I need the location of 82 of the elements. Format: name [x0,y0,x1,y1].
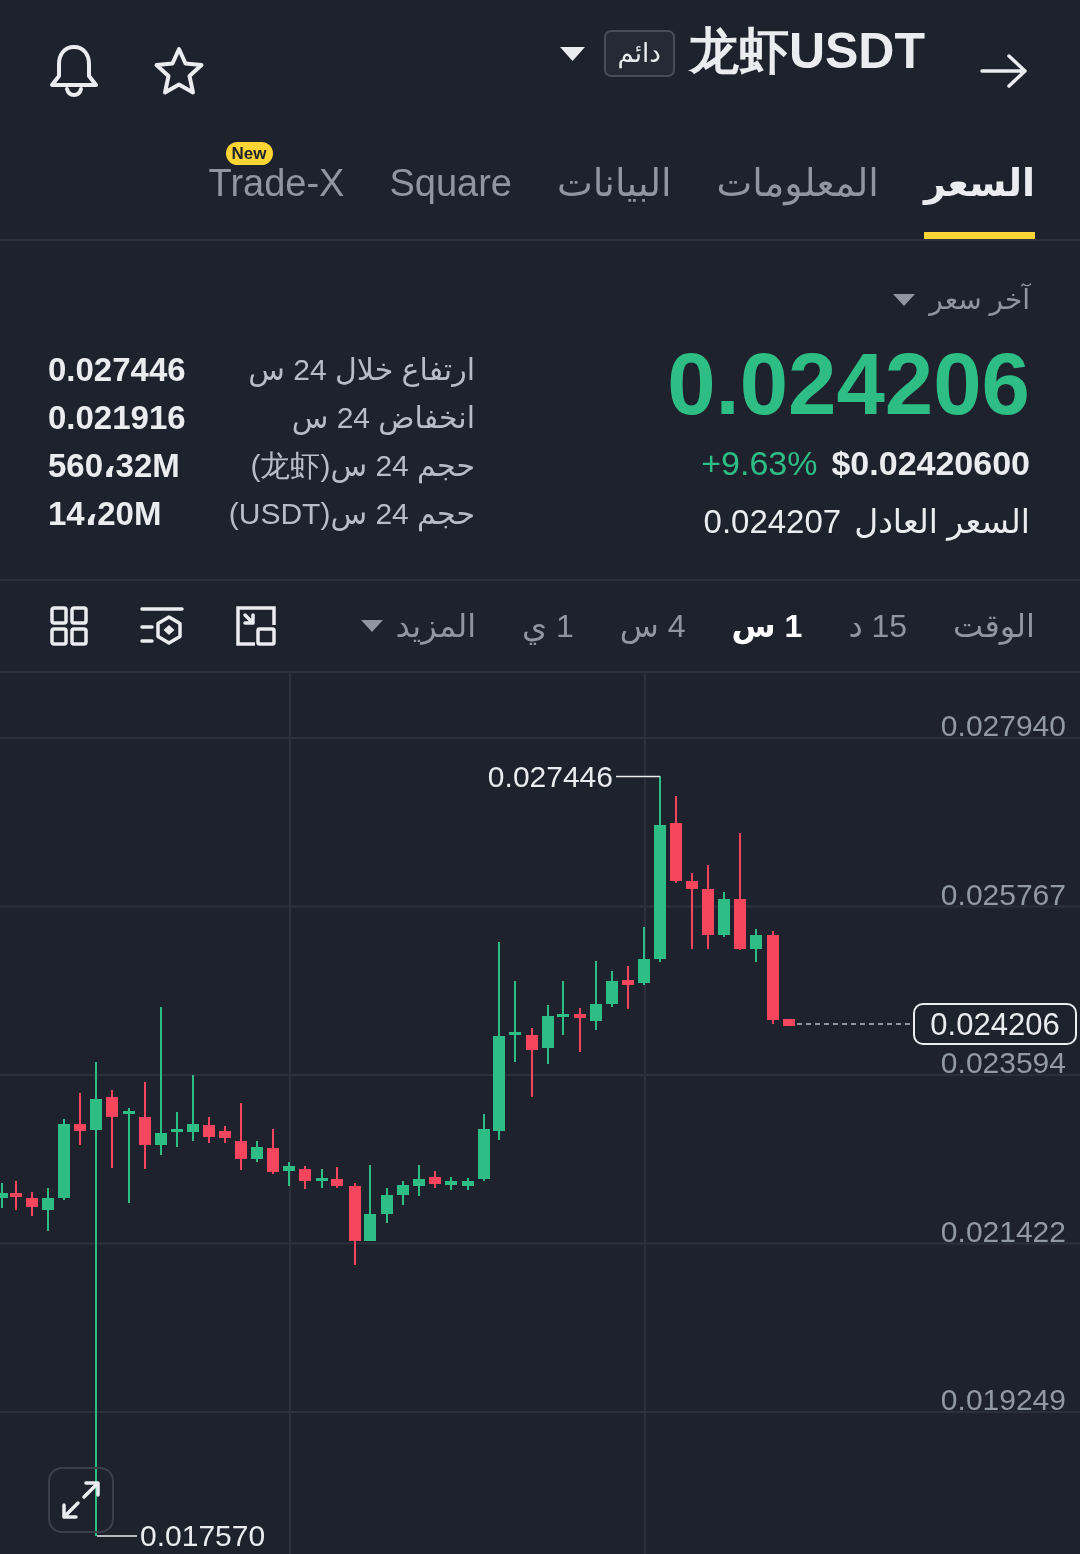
candle [478,1114,490,1181]
candle [26,1192,38,1216]
tab[interactable]: البيانات [557,130,672,239]
expand-button[interactable] [48,1467,114,1533]
candle [235,1103,247,1170]
candle [638,927,650,985]
frame-arrow-icon[interactable] [236,606,276,646]
grid-icon[interactable] [50,606,88,646]
more-dropdown[interactable]: المزيد [360,606,477,646]
candle [413,1165,425,1196]
hexagon-lines-icon[interactable] [140,606,184,646]
candle [590,961,602,1030]
stat-value: 0.021916 [48,398,186,438]
candle [381,1188,393,1223]
price-type-dropdown[interactable]: آخر سعر [893,280,1030,320]
high-price-label: 0.027446 [487,760,613,793]
stat-label: حجم 24 س(龙虾) [250,448,475,486]
tab[interactable]: المعلومات [716,130,879,239]
candle [574,1008,586,1052]
last-price: 0.024206 [667,340,1030,427]
symbol-title[interactable]: 龙虾USDT [688,24,925,79]
candle [462,1178,474,1190]
stat-value: 560،32M [48,446,180,486]
candle [267,1129,279,1174]
price-axis-label: 0.027940 [940,709,1066,742]
candle [219,1126,231,1143]
fair-price: 0.024207 [703,502,842,542]
candle [783,1019,795,1026]
caret-down-icon [360,620,383,632]
candle [331,1167,343,1188]
candle [316,1169,328,1188]
interval-tab[interactable]: 1 س [731,606,803,646]
candle [445,1177,457,1190]
candle [42,1188,54,1231]
stat-value: 0.027446 [48,350,186,390]
candle [397,1181,409,1205]
candle [557,981,569,1035]
tab[interactable]: Square [389,130,512,239]
stat-label: حجم 24 س(USDT) [228,496,475,534]
caret-down-icon [893,294,916,306]
stat-value: 14،20M [48,494,162,534]
new-label: New [225,142,273,165]
candle [187,1075,199,1141]
tab[interactable]: السعر [923,130,1035,239]
price-axis-label: 0.019249 [940,1383,1066,1416]
stat-label: انخفاض 24 س [291,400,475,437]
contract-type-label: دائم [603,30,675,77]
price-axis-label: 0.023594 [940,1046,1066,1079]
time-tab[interactable]: الوقت [953,606,1035,646]
bell-icon[interactable] [48,44,100,98]
caret-down-icon[interactable] [559,47,585,61]
low-price-label: 0.017570 [140,1519,266,1552]
candle [542,1005,554,1064]
arrow-icon[interactable] [980,54,1028,88]
candle [750,929,762,962]
candle [606,971,618,1007]
leader-line [615,775,661,778]
price-change: +9.63% [701,443,818,484]
leader-line [96,1535,138,1537]
current-price-tag: 0.024206 [913,1003,1077,1045]
interval-tab[interactable]: 4 س [619,606,686,646]
candle [171,1112,183,1147]
candle [74,1093,86,1145]
candle [526,1028,538,1097]
usd-price: $0.02420600 [831,443,1030,484]
candle [251,1141,263,1162]
star-icon[interactable] [153,46,205,96]
price-axis-label: 0.021422 [940,1214,1066,1248]
price-axis-label: 0.025767 [940,877,1066,911]
interval-tab[interactable]: 1 ي [522,606,574,646]
expand-icon [61,1480,101,1520]
candle [622,966,634,1009]
candle [283,1162,295,1186]
candle [429,1171,441,1188]
candle [10,1181,22,1210]
fair-price-label: السعر العادل [854,502,1030,542]
interval-tab[interactable]: 15 د [848,606,908,646]
candle [0,1183,8,1208]
candle [203,1117,215,1143]
stat-label: ارتفاع خلال 24 س [248,352,475,389]
candle [718,892,730,937]
candle [299,1166,311,1189]
